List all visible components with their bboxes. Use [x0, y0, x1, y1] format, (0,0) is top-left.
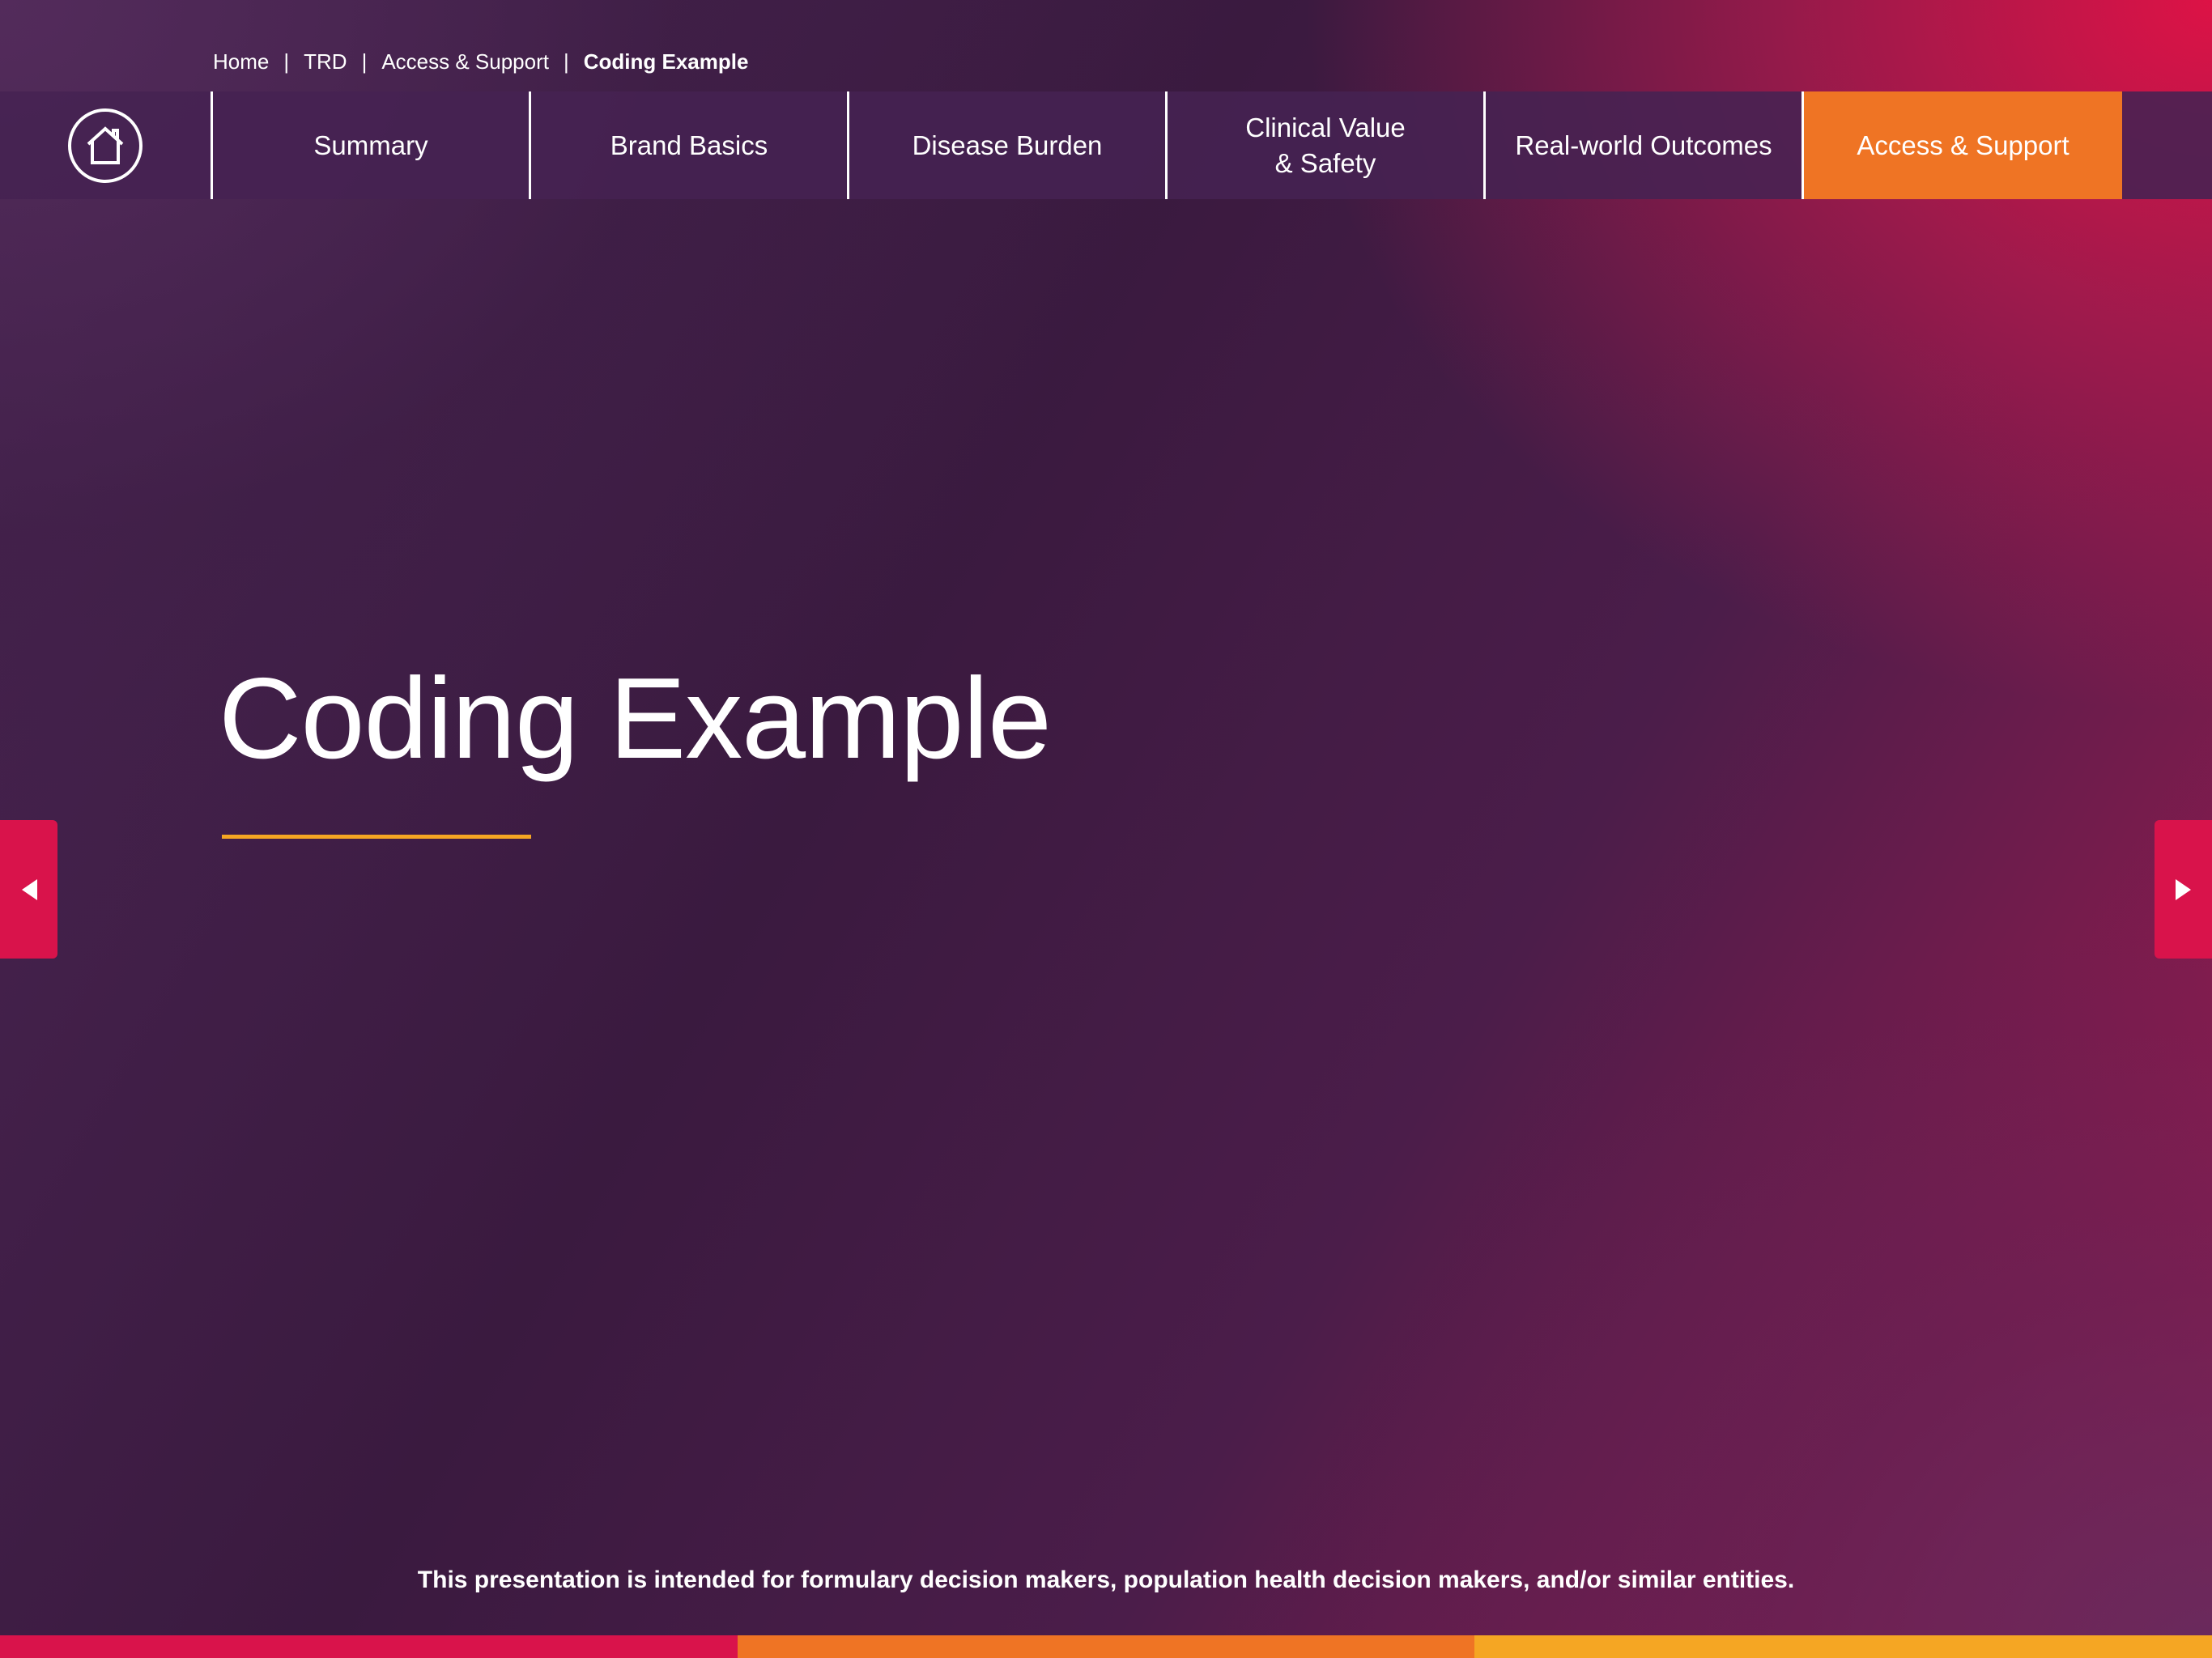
home-icon-circle: [68, 108, 143, 183]
breadcrumb-home[interactable]: Home: [213, 49, 269, 74]
page-title: Coding Example: [219, 654, 1052, 783]
chevron-right-icon: [2175, 878, 2191, 900]
home-button[interactable]: [0, 91, 213, 199]
breadcrumb-access-support[interactable]: Access & Support: [381, 49, 549, 74]
tab-brand-basics[interactable]: Brand Basics: [531, 91, 849, 199]
breadcrumb-separator: |: [361, 49, 368, 74]
breadcrumb: Home | TRD | Access & Support | Coding E…: [213, 47, 748, 76]
tab-access-support[interactable]: Access & Support: [1804, 91, 2122, 199]
home-icon: [87, 125, 124, 164]
main-nav: Summary Brand Basics Disease Burden Clin…: [0, 91, 2212, 199]
breadcrumb-separator: |: [283, 49, 290, 74]
tab-summary[interactable]: Summary: [213, 91, 531, 199]
footer-segment-orange: [737, 1635, 1475, 1658]
previous-slide-button[interactable]: [0, 820, 57, 959]
breadcrumb-trd[interactable]: TRD: [304, 49, 347, 74]
footer-segment-red: [0, 1635, 738, 1658]
tab-clinical-value-safety[interactable]: Clinical Value & Safety: [1168, 91, 1486, 199]
footer-segment-gold: [1474, 1635, 2212, 1658]
tab-real-world-outcomes[interactable]: Real-world Outcomes: [1486, 91, 1804, 199]
background: [0, 0, 2212, 1658]
footer-disclaimer: This presentation is intended for formul…: [417, 1567, 1795, 1593]
title-underline: [222, 835, 531, 839]
breadcrumb-separator: |: [563, 49, 569, 74]
chevron-left-icon: [21, 878, 37, 900]
tab-disease-burden[interactable]: Disease Burden: [849, 91, 1168, 199]
footer-color-bar: [0, 1635, 2212, 1658]
next-slide-button[interactable]: [2155, 820, 2212, 959]
breadcrumb-current: Coding Example: [583, 49, 749, 74]
